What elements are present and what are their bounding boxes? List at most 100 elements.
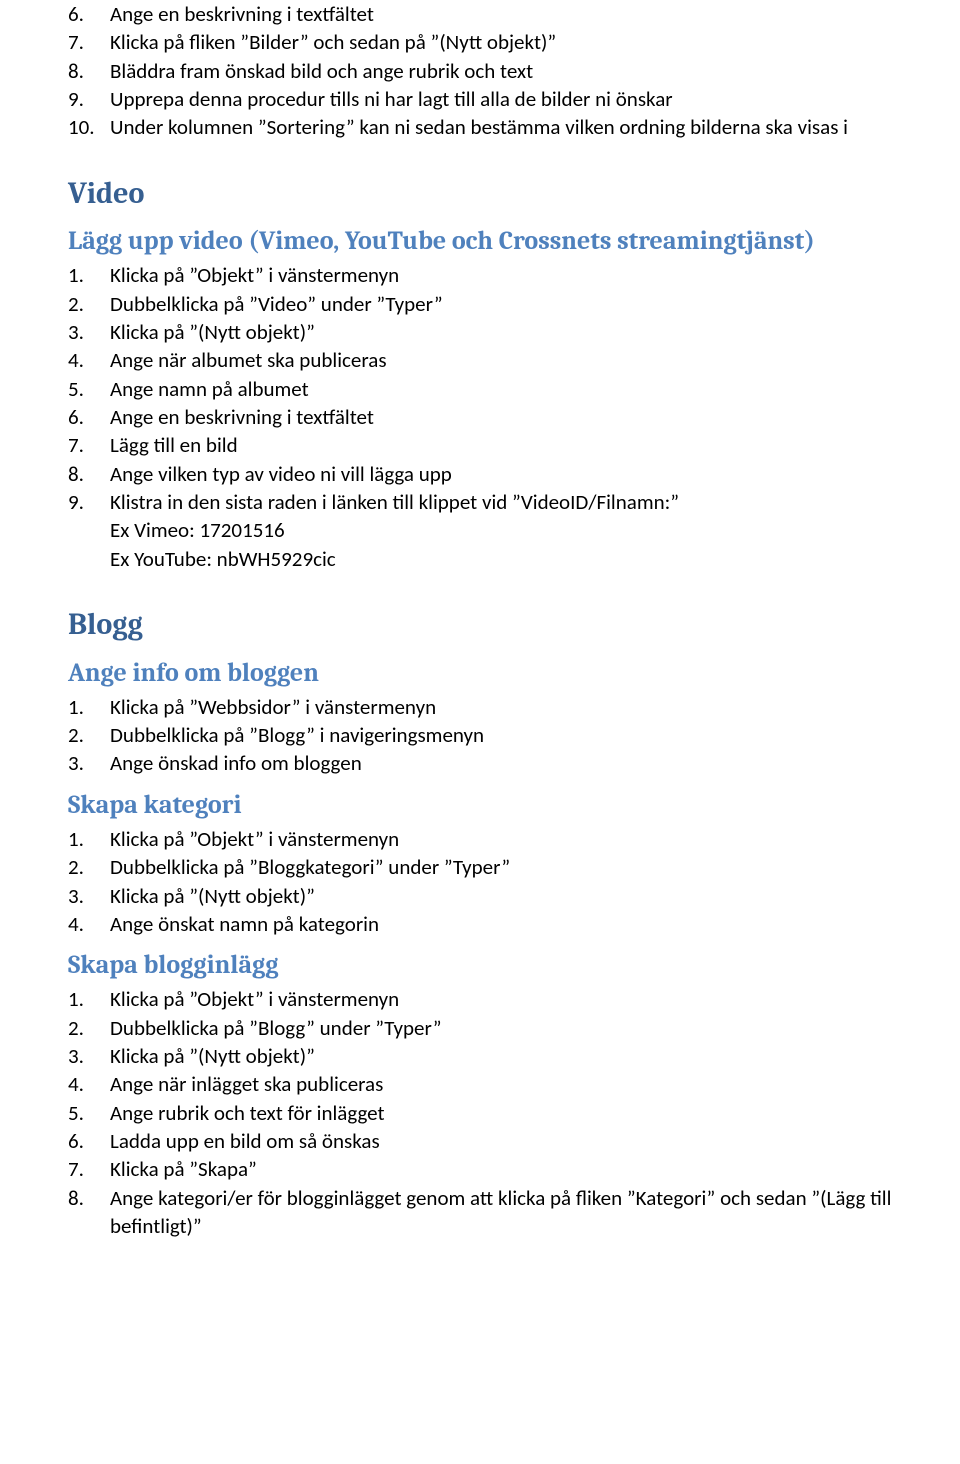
list-item: 9.Klistra in den sista raden i länken ti… bbox=[110, 488, 960, 573]
list-item-number: 6. bbox=[68, 1127, 104, 1155]
list-item-number: 2. bbox=[68, 853, 104, 881]
list-item: 2.Dubbelklicka på ”Blogg” under ”Typer” bbox=[110, 1014, 960, 1042]
subheading-blogg-info: Ange info om bloggen bbox=[68, 656, 960, 691]
list-item-text: Upprepa denna procedur tills ni har lagt… bbox=[110, 85, 960, 113]
list-item-text: Ange när inlägget ska publiceras bbox=[110, 1070, 960, 1098]
list-item-text: Klistra in den sista raden i länken till… bbox=[110, 488, 960, 516]
list-item-number: 2. bbox=[68, 1014, 104, 1042]
list-item-number: 4. bbox=[68, 910, 104, 938]
ordered-list-blogg-kategori: 1.Klicka på ”Objekt” i vänstermenyn2.Dub… bbox=[68, 825, 960, 938]
list-item-text: Ange önskat namn på kategorin bbox=[110, 910, 960, 938]
list-item-number: 9. bbox=[68, 85, 104, 113]
list-item: 7.Lägg till en bild bbox=[110, 431, 960, 459]
heading-blogg: Blogg bbox=[68, 605, 960, 646]
list-item-text: Ange önskad info om bloggen bbox=[110, 749, 960, 777]
list-item-number: 3. bbox=[68, 1042, 104, 1070]
list-item: 1.Klicka på ”Objekt” i vänstermenyn bbox=[110, 825, 960, 853]
list-item-number: 1. bbox=[68, 261, 104, 289]
list-item: 7.Klicka på ”Skapa” bbox=[110, 1155, 960, 1183]
list-item-text: Dubbelklicka på ”Bloggkategori” under ”T… bbox=[110, 853, 960, 881]
list-item-number: 7. bbox=[68, 28, 104, 56]
list-item-text: Ange en beskrivning i textfältet bbox=[110, 403, 960, 431]
ordered-list-video: 1.Klicka på ”Objekt” i vänstermenyn2.Dub… bbox=[68, 261, 960, 573]
list-item-text: Klicka på ”Objekt” i vänstermenyn bbox=[110, 985, 960, 1013]
list-item: 3.Ange önskad info om bloggen bbox=[110, 749, 960, 777]
list-item-text: Ange när albumet ska publiceras bbox=[110, 346, 960, 374]
list-item-text: Ange kategori/er för blogginlägget genom… bbox=[110, 1184, 960, 1241]
list-item-number: 1. bbox=[68, 693, 104, 721]
list-item: 6.Ange en beskrivning i textfältet bbox=[110, 0, 960, 28]
list-item: 4.Ange när inlägget ska publiceras bbox=[110, 1070, 960, 1098]
list-item-number: 8. bbox=[68, 1184, 104, 1212]
subheading-blogg-kategori: Skapa kategori bbox=[68, 788, 960, 823]
list-item-number: 5. bbox=[68, 1099, 104, 1127]
list-item: 5.Ange namn på albumet bbox=[110, 375, 960, 403]
list-item-text: Ladda upp en bild om så önskas bbox=[110, 1127, 960, 1155]
list-item-text: Ange namn på albumet bbox=[110, 375, 960, 403]
list-item-number: 10. bbox=[68, 113, 104, 141]
list-item-text: Klicka på fliken ”Bilder” och sedan på ”… bbox=[110, 28, 960, 56]
list-item: 6.Ange en beskrivning i textfältet bbox=[110, 403, 960, 431]
list-item-text: Under kolumnen ”Sortering” kan ni sedan … bbox=[110, 113, 960, 141]
list-item-text: Bläddra fram önskad bild och ange rubrik… bbox=[110, 57, 960, 85]
list-item-number: 9. bbox=[68, 488, 104, 516]
list-item-extra: Ex YouTube: nbWH5929cic bbox=[110, 545, 960, 573]
list-item: 1.Klicka på ”Objekt” i vänstermenyn bbox=[110, 261, 960, 289]
list-item-number: 4. bbox=[68, 346, 104, 374]
heading-video: Video bbox=[68, 174, 960, 215]
list-item: 8.Ange vilken typ av video ni vill lägga… bbox=[110, 460, 960, 488]
ordered-list-blogg-inlagg: 1.Klicka på ”Objekt” i vänstermenyn2.Dub… bbox=[68, 985, 960, 1240]
list-item-number: 4. bbox=[68, 1070, 104, 1098]
list-item: 2.Dubbelklicka på ”Video” under ”Typer” bbox=[110, 290, 960, 318]
list-item: 4.Ange när albumet ska publiceras bbox=[110, 346, 960, 374]
list-item-text: Klicka på ”Objekt” i vänstermenyn bbox=[110, 825, 960, 853]
list-item-text: Ange en beskrivning i textfältet bbox=[110, 0, 960, 28]
list-item: 6.Ladda upp en bild om så önskas bbox=[110, 1127, 960, 1155]
list-item-text: Klicka på ”(Nytt objekt)” bbox=[110, 1042, 960, 1070]
list-item: 8.Ange kategori/er för blogginlägget gen… bbox=[110, 1184, 960, 1241]
list-item-number: 7. bbox=[68, 431, 104, 459]
list-item-extra: Ex Vimeo: 17201516 bbox=[110, 516, 960, 544]
list-item-number: 3. bbox=[68, 749, 104, 777]
list-item-number: 3. bbox=[68, 318, 104, 346]
list-item-text: Klicka på ”(Nytt objekt)” bbox=[110, 882, 960, 910]
list-item-number: 2. bbox=[68, 290, 104, 318]
list-item-text: Dubbelklicka på ”Blogg” under ”Typer” bbox=[110, 1014, 960, 1042]
subheading-blogg-inlagg: Skapa blogginlägg bbox=[68, 948, 960, 983]
ordered-list-blogg-info: 1.Klicka på ”Webbsidor” i vänstermenyn2.… bbox=[68, 693, 960, 778]
list-item-text: Klicka på ”Objekt” i vänstermenyn bbox=[110, 261, 960, 289]
list-item-text: Ange vilken typ av video ni vill lägga u… bbox=[110, 460, 960, 488]
list-item: 8.Bläddra fram önskad bild och ange rubr… bbox=[110, 57, 960, 85]
list-item: 2.Dubbelklicka på ”Blogg” i navigeringsm… bbox=[110, 721, 960, 749]
subheading-video-upload: Lägg upp video (Vimeo, YouTube och Cross… bbox=[68, 224, 960, 259]
list-item-number: 1. bbox=[68, 825, 104, 853]
ordered-list-top: 6.Ange en beskrivning i textfältet7.Klic… bbox=[68, 0, 960, 142]
list-item-number: 8. bbox=[68, 460, 104, 488]
list-item: 4.Ange önskat namn på kategorin bbox=[110, 910, 960, 938]
list-item: 5.Ange rubrik och text för inlägget bbox=[110, 1099, 960, 1127]
list-item: 2.Dubbelklicka på ”Bloggkategori” under … bbox=[110, 853, 960, 881]
list-item: 7.Klicka på fliken ”Bilder” och sedan på… bbox=[110, 28, 960, 56]
list-item-text: Dubbelklicka på ”Blogg” i navigeringsmen… bbox=[110, 721, 960, 749]
list-item: 3.Klicka på ”(Nytt objekt)” bbox=[110, 882, 960, 910]
list-item-number: 3. bbox=[68, 882, 104, 910]
list-item-number: 7. bbox=[68, 1155, 104, 1183]
list-item: 3.Klicka på ”(Nytt objekt)” bbox=[110, 1042, 960, 1070]
list-item-number: 2. bbox=[68, 721, 104, 749]
list-item-text: Dubbelklicka på ”Video” under ”Typer” bbox=[110, 290, 960, 318]
list-item-number: 1. bbox=[68, 985, 104, 1013]
list-item-text: Klicka på ”Skapa” bbox=[110, 1155, 960, 1183]
list-item-text: Klicka på ”Webbsidor” i vänstermenyn bbox=[110, 693, 960, 721]
list-item-number: 5. bbox=[68, 375, 104, 403]
list-item: 1.Klicka på ”Objekt” i vänstermenyn bbox=[110, 985, 960, 1013]
list-item: 10.Under kolumnen ”Sortering” kan ni sed… bbox=[110, 113, 960, 141]
list-item-text: Klicka på ”(Nytt objekt)” bbox=[110, 318, 960, 346]
list-item-number: 6. bbox=[68, 0, 104, 28]
document-page: 6.Ange en beskrivning i textfältet7.Klic… bbox=[0, 0, 960, 1240]
list-item: 1.Klicka på ”Webbsidor” i vänstermenyn bbox=[110, 693, 960, 721]
list-item: 9.Upprepa denna procedur tills ni har la… bbox=[110, 85, 960, 113]
list-item: 3.Klicka på ”(Nytt objekt)” bbox=[110, 318, 960, 346]
list-item-text: Ange rubrik och text för inlägget bbox=[110, 1099, 960, 1127]
list-item-number: 6. bbox=[68, 403, 104, 431]
list-item-text: Lägg till en bild bbox=[110, 431, 960, 459]
